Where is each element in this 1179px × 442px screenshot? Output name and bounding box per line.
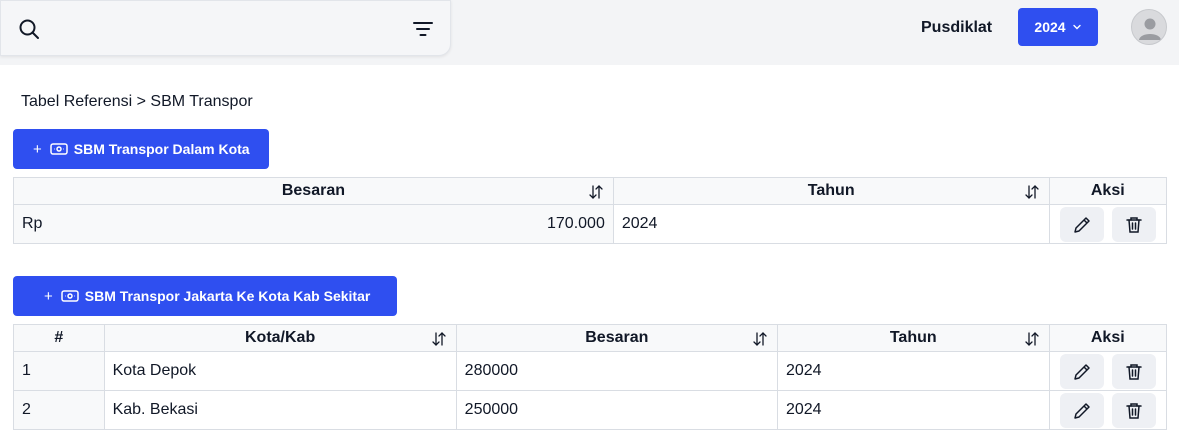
delete-button[interactable] — [1111, 353, 1156, 389]
year-select-value: 2024 — [1034, 19, 1066, 35]
tahun-cell: 2024 — [776, 390, 1050, 430]
table-row: 2 Kab. Bekasi 250000 2024 — [13, 390, 1168, 430]
col-kota-kab[interactable]: Kota/Kab — [103, 324, 457, 352]
pencil-icon — [1073, 216, 1090, 233]
col-tahun-label: Tahun — [807, 182, 855, 199]
chevron-down-icon — [1072, 24, 1081, 30]
col-number: # — [13, 324, 105, 352]
kota-cell: Kota Depok — [103, 351, 457, 391]
pencil-icon — [1073, 363, 1090, 380]
besaran-cell: 250000 — [455, 390, 778, 430]
delete-button[interactable] — [1111, 206, 1156, 242]
org-label: Pusdiklat — [921, 19, 993, 36]
sort-icon[interactable] — [1024, 331, 1040, 347]
trash-icon — [1126, 402, 1142, 419]
row-number-cell: 1 — [13, 351, 105, 391]
col-tahun[interactable]: Tahun — [776, 324, 1050, 352]
sort-icon[interactable] — [752, 331, 768, 347]
tahun-cell: 2024 — [612, 204, 1050, 244]
col-kota-kab-label: Kota/Kab — [245, 329, 316, 346]
sbm-jakarta-table: # Kota/Kab Besaran Tahun Aksi 1 Kota Dep… — [13, 324, 1168, 430]
add-sbm-dalam-kota-button[interactable]: + SBM Transpor Dalam Kota — [13, 129, 269, 169]
col-aksi: Aksi — [1048, 177, 1168, 205]
table-row: 1 Kota Depok 280000 2024 — [13, 351, 1168, 391]
aksi-cell — [1048, 204, 1168, 244]
col-besaran-label: Besaran — [585, 329, 649, 346]
aksi-cell — [1048, 351, 1168, 391]
besaran-cell: 280000 — [455, 351, 778, 391]
breadcrumb: Tabel Referensi > SBM Transpor — [21, 93, 253, 110]
besaran-value: 170.000 — [547, 215, 605, 232]
col-besaran[interactable]: Besaran — [455, 324, 778, 352]
trash-icon — [1126, 363, 1142, 380]
col-besaran[interactable]: Besaran — [13, 177, 614, 205]
user-icon — [1139, 18, 1161, 40]
sbm-dalam-kota-table: Besaran Tahun Aksi Rp 170.000 2024 — [13, 177, 1168, 244]
plus-icon: + — [44, 287, 53, 305]
kota-cell: Kab. Bekasi — [103, 390, 457, 430]
year-select[interactable]: 2024 — [1018, 8, 1098, 46]
col-besaran-label: Besaran — [281, 182, 345, 199]
top-bar: Pusdiklat 2024 — [0, 0, 1179, 65]
sort-icon[interactable] — [588, 184, 604, 200]
aksi-cell — [1048, 390, 1168, 430]
edit-button[interactable] — [1059, 206, 1104, 242]
sort-icon[interactable] — [431, 331, 447, 347]
add-sbm-jakarta-label: SBM Transpor Jakarta Ke Kota Kab Sekitar — [84, 288, 371, 304]
money-icon — [61, 290, 79, 302]
col-aksi: Aksi — [1048, 324, 1168, 352]
add-sbm-jakarta-button[interactable]: + SBM Transpor Jakarta Ke Kota Kab Sekit… — [13, 276, 397, 316]
col-tahun[interactable]: Tahun — [612, 177, 1050, 205]
filter-icon[interactable] — [411, 17, 435, 41]
trash-icon — [1126, 216, 1142, 233]
add-sbm-dalam-kota-label: SBM Transpor Dalam Kota — [73, 141, 250, 157]
table-row: Rp 170.000 2024 — [13, 204, 1168, 244]
col-tahun-label: Tahun — [889, 329, 937, 346]
currency-label: Rp — [22, 215, 43, 232]
search-bar[interactable] — [0, 0, 451, 56]
tahun-cell: 2024 — [776, 351, 1050, 391]
row-number-cell: 2 — [13, 390, 105, 430]
money-icon — [50, 143, 68, 155]
plus-icon: + — [33, 140, 42, 158]
pencil-icon — [1073, 402, 1090, 419]
search-icon[interactable] — [17, 17, 41, 41]
besaran-cell: Rp 170.000 — [13, 204, 614, 244]
sort-icon[interactable] — [1024, 184, 1040, 200]
avatar[interactable] — [1131, 9, 1167, 45]
edit-button[interactable] — [1059, 353, 1104, 389]
delete-button[interactable] — [1111, 392, 1156, 428]
edit-button[interactable] — [1059, 392, 1104, 428]
